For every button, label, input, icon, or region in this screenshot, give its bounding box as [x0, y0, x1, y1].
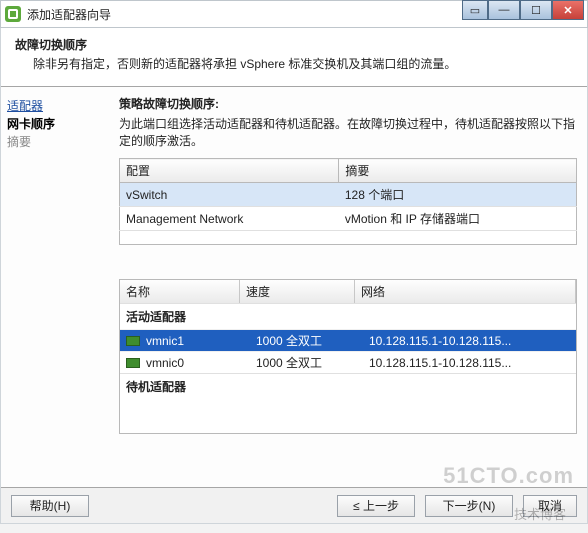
nic-col-speed: 速度	[240, 280, 355, 303]
watermark-blog: 技术博客	[514, 504, 566, 523]
app-icon	[5, 6, 21, 22]
close-button[interactable]: ✕	[552, 0, 584, 20]
nic-icon	[126, 358, 140, 368]
wizard-footer: 帮助(H) ≤ 上一步 下一步(N) 取消	[1, 487, 587, 523]
watermark-51cto: 51CTO.com	[443, 463, 574, 489]
nic-col-network: 网络	[355, 280, 576, 303]
policy-desc: 为此端口组选择活动适配器和待机适配器。在故障切换过程中，待机适配器按照以下指定的…	[119, 116, 577, 150]
nic-col-name: 名称	[120, 280, 240, 303]
step-summary: 摘要	[7, 133, 105, 151]
config-cell: vSwitch	[120, 183, 339, 207]
nic-network: 10.128.115.1-10.128.115...	[369, 356, 570, 370]
active-adapters-group: 活动适配器	[120, 303, 576, 329]
nic-speed: 1000 全双工	[256, 332, 369, 349]
window-controls: ▭ — ☐ ✕	[462, 0, 584, 22]
config-cell: Management Network	[120, 207, 339, 231]
nic-name: vmnic1	[146, 334, 256, 348]
wizard-header: 故障切换顺序 除非另有指定，否则新的适配器将承担 vSphere 标准交换机及其…	[1, 28, 587, 87]
maximize-button[interactable]: ☐	[520, 0, 552, 20]
config-col-config: 配置	[120, 159, 339, 183]
nic-speed: 1000 全双工	[256, 354, 369, 371]
config-col-summary: 摘要	[339, 159, 577, 183]
guide-indicator-icon: ▭	[462, 0, 488, 20]
nic-row-vmnic1[interactable]: vmnic1 1000 全双工 10.128.115.1-10.128.115.…	[120, 329, 576, 351]
wizard-steps: 适配器 网卡顺序 摘要	[1, 87, 111, 487]
standby-adapters-group: 待机适配器	[120, 373, 576, 399]
main-panel: 策略故障切换顺序: 为此端口组选择活动适配器和待机适配器。在故障切换过程中，待机…	[111, 87, 587, 487]
nic-row-vmnic0[interactable]: vmnic0 1000 全双工 10.128.115.1-10.128.115.…	[120, 351, 576, 373]
header-title: 故障切换顺序	[15, 36, 573, 53]
config-row-mgmt[interactable]: Management Network vMotion 和 IP 存储器端口	[120, 207, 577, 231]
config-cell: vMotion 和 IP 存储器端口	[339, 207, 577, 231]
nic-name: vmnic0	[146, 356, 256, 370]
help-button[interactable]: 帮助(H)	[11, 495, 89, 517]
header-subtitle: 除非另有指定，否则新的适配器将承担 vSphere 标准交换机及其端口组的流量。	[33, 55, 573, 72]
config-header-row: 配置 摘要	[120, 159, 577, 183]
config-table: 配置 摘要 vSwitch 128 个端口 Management Network…	[119, 158, 577, 245]
nic-table: 名称 速度 网络 活动适配器 vmnic1 1000 全双工 10.128.11…	[119, 279, 577, 434]
config-row-vswitch[interactable]: vSwitch 128 个端口	[120, 183, 577, 207]
next-button[interactable]: 下一步(N)	[425, 495, 513, 517]
minimize-button[interactable]: —	[488, 0, 520, 20]
nic-icon	[126, 336, 140, 346]
back-button[interactable]: ≤ 上一步	[337, 495, 415, 517]
step-adapter[interactable]: 适配器	[7, 97, 105, 115]
config-cell: 128 个端口	[339, 183, 577, 207]
nic-network: 10.128.115.1-10.128.115...	[369, 334, 570, 348]
nic-header-row: 名称 速度 网络	[120, 280, 576, 303]
step-nic-order[interactable]: 网卡顺序	[7, 115, 105, 133]
policy-title: 策略故障切换顺序:	[119, 95, 577, 112]
